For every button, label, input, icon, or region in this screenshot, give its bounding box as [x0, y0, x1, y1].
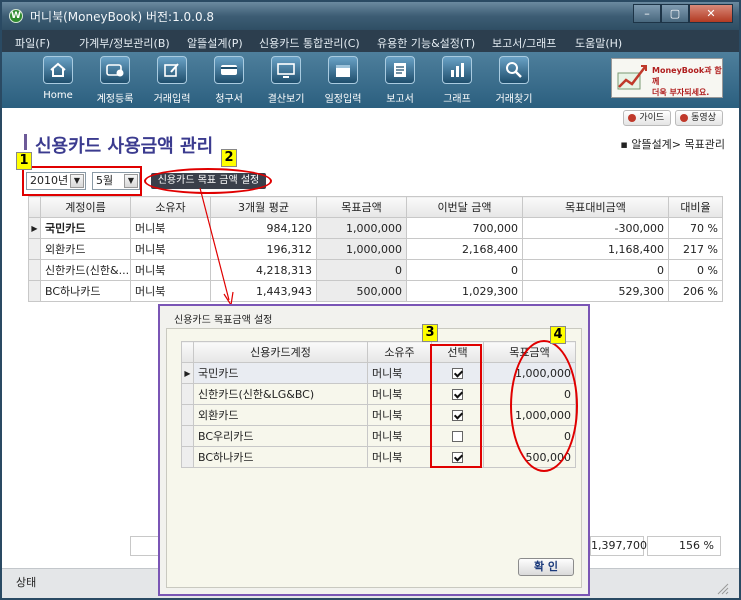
guide-buttons: 가이드 동영상 — [623, 110, 723, 126]
callout-number-4: 4 — [550, 326, 566, 344]
menu-tools[interactable]: 유용한 기능&설정(T) — [377, 35, 475, 51]
breadcrumb: ▪ 알뜰설계> 목표관리 — [620, 138, 725, 151]
menu-help[interactable]: 도움말(H) — [575, 35, 622, 51]
status-text: 상태 — [16, 576, 37, 589]
title-accent-bar — [24, 134, 27, 150]
column-header[interactable]: 대비율 — [668, 196, 723, 218]
monitor-icon — [271, 56, 301, 84]
totals-cell-left — [130, 536, 160, 556]
window-controls: – ▢ ✕ — [633, 4, 733, 24]
goal-setting-dialog: 신용카드 목표금액 설정 신용카드계정 소유주 선택 목표금액 ▶ 국민카드 머… — [158, 304, 590, 596]
toolbar-label: 일정입력 — [324, 94, 362, 105]
ad-text: MoneyBook과 함께 더욱 부자되세요. — [652, 66, 722, 97]
toolbar-home[interactable]: Home — [28, 56, 88, 101]
dialog-title: 신용카드 목표금액 설정 — [174, 315, 273, 326]
window-title: 머니북(MoneyBook) 버전:1.0.0.8 — [30, 10, 215, 24]
toolbar-report[interactable]: 보고서 — [370, 56, 430, 105]
table-row[interactable]: 외환카드 머니북 196,312 1,000,000 2,168,400 1,1… — [28, 238, 723, 260]
menu-bar: 파일(F) 가계부/정보관리(B) 알뜰설계(P) 신용카드 통합관리(C) 유… — [2, 30, 739, 52]
app-window: W 머니북(MoneyBook) 버전:1.0.0.8 – ▢ ✕ 파일(F) … — [0, 0, 741, 600]
row-header-corner — [28, 196, 41, 218]
table-row[interactable]: ▶ 국민카드 머니북 984,120 1,000,000 700,000 -30… — [28, 217, 723, 239]
title-bar: W 머니북(MoneyBook) 버전:1.0.0.8 – ▢ ✕ — [2, 2, 739, 30]
toolbar: Home 계정등록 거래입력 청구서 결산보기 일정입력 보고서 그래프 거래찾… — [2, 52, 739, 108]
toolbar-schedule[interactable]: 일정입력 — [313, 56, 373, 105]
column-header[interactable]: 이번달 금액 — [406, 196, 523, 218]
table-row[interactable]: BC하나카드 머니북 500,000 — [181, 446, 576, 468]
toolbar-settlement[interactable]: 결산보기 — [256, 56, 316, 105]
calendar-icon — [328, 56, 358, 84]
search-icon — [499, 56, 529, 84]
report-icon — [385, 56, 415, 84]
video-button[interactable]: 동영상 — [675, 110, 723, 126]
totals-ratio: 156 % — [647, 536, 721, 556]
menu-file[interactable]: 파일(F) — [15, 35, 50, 51]
bar-chart-icon — [442, 56, 472, 84]
toolbar-transaction-input[interactable]: 거래입력 — [142, 56, 202, 105]
toolbar-label: 그래프 — [443, 94, 471, 105]
menu-credit-card[interactable]: 신용카드 통합관리(C) — [259, 35, 360, 51]
callout-highlight-1 — [22, 166, 142, 196]
table-header-row: 신용카드계정 소유주 선택 목표금액 — [181, 341, 576, 363]
play-icon — [680, 114, 689, 122]
toolbar-bill[interactable]: 청구서 — [199, 56, 259, 105]
toolbar-label: 계정등록 — [96, 94, 134, 105]
menu-report[interactable]: 보고서/그래프 — [492, 35, 556, 51]
toolbar-label: 거래찾기 — [495, 94, 533, 105]
menu-planning[interactable]: 알뜰설계(P) — [187, 35, 243, 51]
edit-icon — [157, 56, 187, 84]
resize-grip-icon[interactable] — [717, 583, 729, 595]
card-register-icon — [100, 56, 130, 84]
ad-banner[interactable]: MoneyBook과 함께 더욱 부자되세요. — [611, 58, 723, 98]
play-icon — [628, 114, 637, 122]
column-header[interactable]: 신용카드계정 — [193, 341, 368, 363]
column-header[interactable]: 목표금액 — [316, 196, 407, 218]
minimize-button[interactable]: – — [633, 4, 661, 23]
callout-number-2: 2 — [221, 149, 237, 167]
table-row[interactable]: 신한카드(신한&... 머니북 4,218,313 0 0 0 0 % — [28, 259, 723, 281]
callout-highlight-4 — [510, 340, 578, 472]
callout-number-3: 3 — [422, 324, 438, 342]
menu-ledger[interactable]: 가계부/정보관리(B) — [79, 35, 170, 51]
totals-diff: 1,397,700 — [590, 536, 647, 556]
card-icon — [214, 56, 244, 84]
callout-arrow — [199, 187, 234, 307]
toolbar-label: 거래입력 — [153, 94, 191, 105]
toolbar-label: 보고서 — [386, 94, 414, 105]
callout-highlight-3 — [430, 344, 482, 468]
row-pointer-icon: ▶ — [28, 217, 41, 239]
table-row[interactable]: BC하나카드 머니북 1,443,943 500,000 1,029,300 5… — [28, 280, 723, 302]
callout-number-1: 1 — [16, 152, 32, 170]
money-chart-icon — [617, 65, 647, 90]
app-icon: W — [9, 9, 23, 23]
column-header[interactable]: 계정이름 — [40, 196, 131, 218]
table-header-row: 계정이름 소유자 3개월 평균 목표금액 이번달 금액 목표대비금액 대비율 — [28, 196, 723, 218]
toolbar-find-transaction[interactable]: 거래찾기 — [484, 56, 544, 105]
toolbar-account-register[interactable]: 계정등록 — [85, 56, 145, 105]
maximize-button[interactable]: ▢ — [661, 4, 689, 23]
home-icon — [43, 56, 73, 84]
ok-button[interactable]: 확 인 — [518, 558, 574, 576]
toolbar-graph[interactable]: 그래프 — [427, 56, 487, 105]
main-card-table: 계정이름 소유자 3개월 평균 목표금액 이번달 금액 목표대비금액 대비율 ▶… — [28, 196, 723, 302]
page-title: 신용카드 사용금액 관리 — [35, 136, 214, 157]
close-button[interactable]: ✕ — [689, 4, 733, 23]
toolbar-label: 청구서 — [215, 94, 243, 105]
row-pointer-icon: ▶ — [181, 362, 194, 384]
column-header[interactable]: 목표대비금액 — [522, 196, 669, 218]
toolbar-label: Home — [43, 90, 73, 101]
column-header[interactable]: 소유주 — [367, 341, 432, 363]
toolbar-label: 결산보기 — [267, 94, 305, 105]
guide-button[interactable]: 가이드 — [623, 110, 672, 126]
